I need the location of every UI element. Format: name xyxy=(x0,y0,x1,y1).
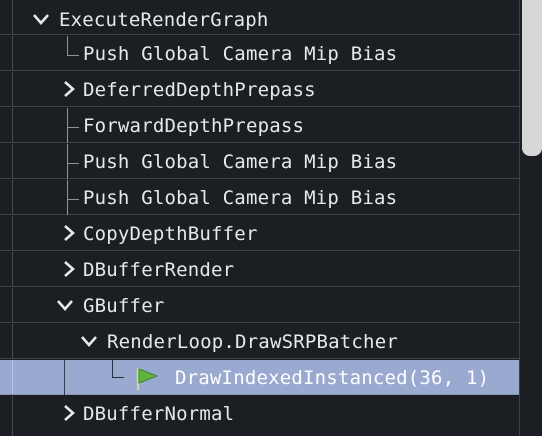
chevron-right-icon[interactable] xyxy=(60,80,78,98)
green-flag-icon xyxy=(134,366,160,390)
tree-connector xyxy=(0,180,80,215)
tree-row-label: DBufferNormal xyxy=(83,403,235,425)
tree-row-label: Push Global Camera Mip Bias xyxy=(83,187,398,209)
chevron-right-icon[interactable] xyxy=(60,260,78,278)
tree-row-label: GBuffer xyxy=(83,295,165,317)
scrollbar-thumb[interactable] xyxy=(522,0,542,156)
tree-row-label: RenderLoop.DrawSRPBatcher xyxy=(107,331,398,353)
tree-row-forward-depth-prepass[interactable]: ForwardDepthPrepass xyxy=(0,108,519,143)
event-tree-view: ExecuteRenderGraph Push Global Camera Mi… xyxy=(0,0,542,436)
tree-row-execute-render-graph[interactable]: ExecuteRenderGraph xyxy=(0,0,519,35)
row-gutter xyxy=(0,288,13,322)
tree-connector xyxy=(0,144,80,179)
tree-row-label: DrawIndexedInstanced(36, 1) xyxy=(175,367,490,389)
row-gutter xyxy=(0,216,13,250)
tree-row-label: DeferredDepthPrepass xyxy=(83,79,316,101)
tree-connector xyxy=(0,108,80,143)
tree-row-push-global-camera-mip-bias[interactable]: Push Global Camera Mip Bias xyxy=(0,180,519,215)
tree-row-dbuffer-normal[interactable]: DBufferNormal xyxy=(0,396,519,436)
chevron-down-icon[interactable] xyxy=(32,10,50,28)
tree-row-gbuffer[interactable]: GBuffer xyxy=(0,288,519,323)
tree-row-label: ForwardDepthPrepass xyxy=(83,115,305,137)
row-gutter xyxy=(0,72,13,106)
chevron-right-icon[interactable] xyxy=(60,224,78,242)
tree-row-push-global-camera-mip-bias[interactable]: Push Global Camera Mip Bias xyxy=(0,36,519,71)
tree-row-label: Push Global Camera Mip Bias xyxy=(83,151,398,173)
tree-row-dbuffer-render[interactable]: DBufferRender xyxy=(0,252,519,287)
row-gutter xyxy=(0,0,13,34)
tree-row-deferred-depth-prepass[interactable]: DeferredDepthPrepass xyxy=(0,72,519,107)
chevron-right-icon[interactable] xyxy=(60,404,78,422)
tree-row-label: ExecuteRenderGraph xyxy=(59,9,269,31)
row-gutter xyxy=(0,396,13,436)
tree-row-draw-indexed-instanced[interactable]: DrawIndexedInstanced(36, 1) xyxy=(0,360,519,395)
row-gutter xyxy=(0,252,13,286)
tree-row-renderloop-drawsrpbatcher[interactable]: RenderLoop.DrawSRPBatcher xyxy=(0,324,519,359)
tree-connector xyxy=(0,36,80,70)
tree-connector xyxy=(0,360,130,395)
tree-row-label: DBufferRender xyxy=(83,259,235,281)
chevron-down-icon[interactable] xyxy=(56,296,74,314)
tree-row-push-global-camera-mip-bias[interactable]: Push Global Camera Mip Bias xyxy=(0,144,519,179)
chevron-down-icon[interactable] xyxy=(80,332,98,350)
row-gutter xyxy=(0,324,13,358)
tree-row-label: Push Global Camera Mip Bias xyxy=(83,43,398,65)
tree-row-label: CopyDepthBuffer xyxy=(83,223,258,245)
tree-row-copy-depth-buffer[interactable]: CopyDepthBuffer xyxy=(0,216,519,251)
